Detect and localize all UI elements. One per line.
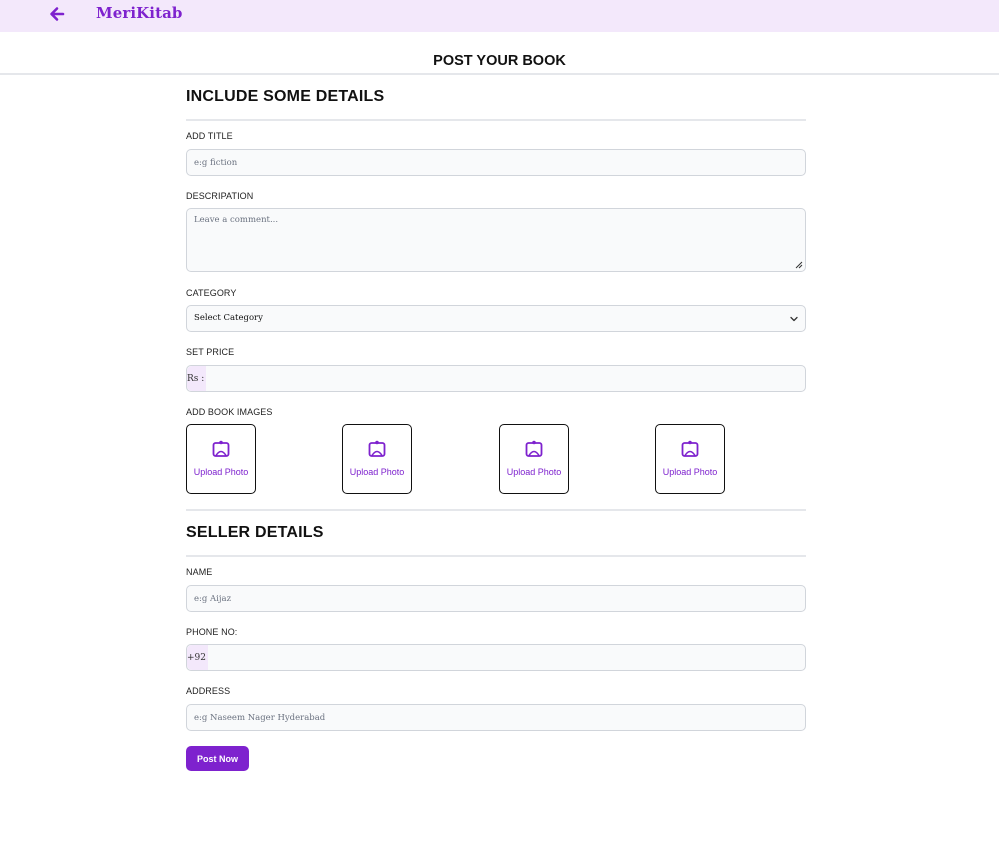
upload-photo-label: Upload Photo [193,467,249,477]
details-heading: INCLUDE SOME DETAILS [186,88,385,105]
chevron-down-icon [790,316,798,322]
address-input[interactable] [187,705,805,730]
description-label: DESCRIPATION [186,191,254,201]
brand-logo[interactable]: MeriKitab [96,4,183,22]
upload-photo-label: Upload Photo [349,467,405,477]
upload-photo-button-1[interactable]: Upload Photo [186,424,256,494]
page-title: POST YOUR BOOK [433,53,566,69]
phone-label: PHONE NO: [186,627,238,637]
image-upload-icon [681,440,699,457]
image-upload-icon [212,440,230,457]
description-input[interactable] [187,209,805,271]
images-label: ADD BOOK IMAGES [186,407,273,417]
price-label: SET PRICE [186,347,235,357]
name-input[interactable] [187,586,805,611]
title-label: ADD TITLE [186,131,233,141]
category-selected-value: Select Category [194,313,263,323]
upload-photo-label: Upload Photo [662,467,718,477]
image-upload-icon [368,440,386,457]
address-label: ADDRESS [186,686,231,696]
price-field: Rs : [186,365,806,392]
price-prefix: Rs : [187,366,207,391]
upload-photo-button-4[interactable]: Upload Photo [655,424,725,494]
phone-input[interactable] [207,645,805,670]
phone-prefix: +92 [187,645,208,670]
description-field [186,208,806,272]
category-label: CATEGORY [186,288,237,298]
upload-photo-button-2[interactable]: Upload Photo [342,424,412,494]
title-divider [0,73,999,75]
upload-photo-button-3[interactable]: Upload Photo [499,424,569,494]
address-field [186,704,806,731]
upload-photo-label: Upload Photo [506,467,562,477]
back-button[interactable] [47,4,67,24]
phone-field: +92 [186,644,806,671]
name-label: NAME [186,567,213,577]
post-now-button[interactable]: Post Now [186,746,249,771]
arrow-left-icon [50,7,65,21]
image-upload-icon [525,440,543,457]
name-field [186,585,806,612]
category-select[interactable]: Select Category [186,305,806,332]
title-field [186,149,806,176]
details-divider [186,119,806,121]
price-input[interactable] [207,366,805,391]
title-input[interactable] [187,150,805,175]
resize-handle-icon[interactable] [794,260,803,269]
seller-divider [186,555,806,557]
section-divider [186,509,806,511]
top-bar: MeriKitab [0,0,999,32]
seller-heading: SELLER DETAILS [186,524,324,541]
